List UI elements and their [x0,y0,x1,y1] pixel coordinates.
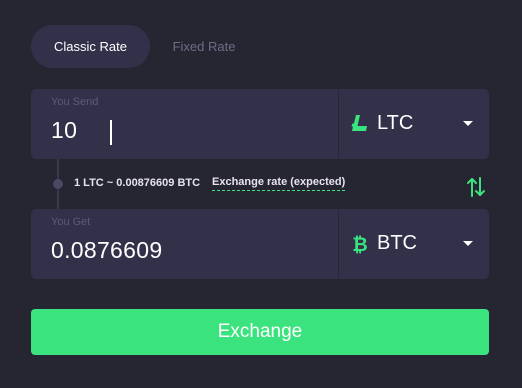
text-caret [110,120,112,145]
get-row: You Get 0.0876609 ₿ BTC [31,209,489,279]
litecoin-icon [351,115,367,131]
swap-icon[interactable] [465,176,487,198]
get-amount-value: 0.0876609 [51,237,163,263]
get-currency-select[interactable]: ₿ BTC [339,209,489,279]
svg-text:₿: ₿ [352,234,367,254]
exchange-rate-value: 1 LTC ~ 0.00876609 BTC [74,177,201,189]
send-currency-code: LTC [377,112,414,134]
exchange-button[interactable]: Exchange [31,309,489,355]
chevron-down-icon [463,121,473,126]
send-currency-select[interactable]: LTC [339,89,489,159]
get-currency-code: BTC [377,232,417,254]
send-row: You Send 10 LTC [31,89,489,159]
get-amount-field[interactable]: You Get 0.0876609 [31,209,338,279]
chevron-down-icon [463,241,473,246]
tab-fixed-rate[interactable]: Fixed Rate [158,25,250,68]
send-label: You Send [51,96,99,108]
bitcoin-icon: ₿ [352,234,367,254]
get-label: You Get [51,216,91,228]
send-amount-field[interactable]: You Send 10 [31,89,338,159]
rate-connector-dot [53,179,63,189]
exchange-widget: Classic Rate Fixed Rate You Send 10 LTC … [0,0,522,388]
send-amount-value[interactable]: 10 [51,117,77,144]
exchange-rate-link[interactable]: Exchange rate (expected) [212,176,346,191]
tab-classic-rate[interactable]: Classic Rate [31,25,150,68]
